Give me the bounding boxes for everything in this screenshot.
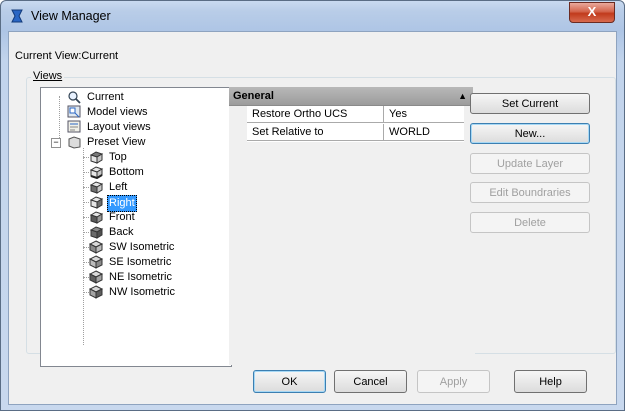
tree-connector	[59, 96, 60, 140]
properties-section-header[interactable]: General ▲	[229, 87, 473, 106]
nw-isometric-icon	[89, 285, 104, 299]
property-value[interactable]: WORLD	[384, 124, 464, 141]
model-views-icon	[67, 105, 81, 118]
window-title: View Manager	[31, 9, 111, 23]
tree-item-label: Left	[109, 181, 128, 193]
apply-button[interactable]: Apply	[417, 370, 490, 393]
right-view-cube-icon	[89, 196, 104, 209]
tree-item-label: SE Isometric	[109, 256, 172, 268]
view-manager-window: View Manager X Current View:Current View…	[0, 0, 625, 411]
tree-item-label: Current	[87, 91, 124, 103]
tree-item-label: SW Isometric	[109, 241, 175, 253]
tree-item-label: Back	[109, 226, 134, 238]
property-row[interactable]: Set Relative to WORLD	[247, 124, 464, 142]
tree-item-label: Front	[109, 211, 135, 223]
collapse-toggle[interactable]: −	[51, 138, 61, 148]
app-icon	[11, 9, 23, 23]
ok-button[interactable]: OK	[253, 370, 326, 393]
views-group-label: Views	[31, 70, 65, 82]
tree-item-label: Model views	[87, 106, 148, 118]
title-bar[interactable]: View Manager X	[1, 1, 624, 31]
front-view-cube-icon	[89, 211, 104, 224]
delete-button[interactable]: Delete	[470, 212, 590, 233]
views-tree[interactable]: Current Model views Layout views − Prese…	[40, 87, 232, 367]
property-value[interactable]: Yes	[384, 106, 464, 123]
magnifier-icon	[68, 91, 81, 104]
tree-item-label: Preset View	[87, 136, 146, 148]
property-name: Restore Ortho UCS	[247, 106, 384, 123]
left-view-cube-icon	[89, 181, 104, 194]
new-button[interactable]: New...	[470, 123, 590, 144]
cancel-button[interactable]: Cancel	[334, 370, 407, 393]
ne-isometric-icon	[89, 270, 104, 284]
tree-item-label: Layout views	[87, 121, 151, 133]
properties-panel: General ▲ Restore Ortho UCS Yes Set Rela…	[229, 87, 475, 365]
help-button[interactable]: Help	[514, 370, 587, 393]
set-current-button[interactable]: Set Current	[470, 93, 590, 114]
current-view-label: Current View:Current	[15, 50, 119, 62]
dialog-body: Current View:Current Views Current Model…	[8, 31, 617, 405]
back-view-cube-icon	[89, 226, 104, 239]
section-title: General	[233, 90, 274, 102]
tree-item-label: NE Isometric	[109, 271, 172, 283]
close-button[interactable]: X	[569, 2, 615, 23]
tree-item-label: NW Isometric	[109, 286, 175, 298]
tree-item-label: Bottom	[109, 166, 144, 178]
bottom-view-cube-icon	[89, 166, 104, 179]
top-view-cube-icon	[89, 151, 104, 164]
property-row[interactable]: Restore Ortho UCS Yes	[247, 106, 464, 124]
update-layer-button[interactable]: Update Layer	[470, 153, 590, 174]
se-isometric-icon	[89, 255, 104, 269]
edit-boundaries-button[interactable]: Edit Boundraries	[470, 182, 590, 203]
collapse-arrow-icon[interactable]: ▲	[458, 87, 467, 105]
tree-item-label: Top	[109, 151, 127, 163]
property-name: Set Relative to	[247, 124, 384, 141]
preset-view-icon	[68, 136, 81, 149]
layout-views-icon	[67, 120, 81, 133]
sw-isometric-icon	[89, 240, 104, 254]
